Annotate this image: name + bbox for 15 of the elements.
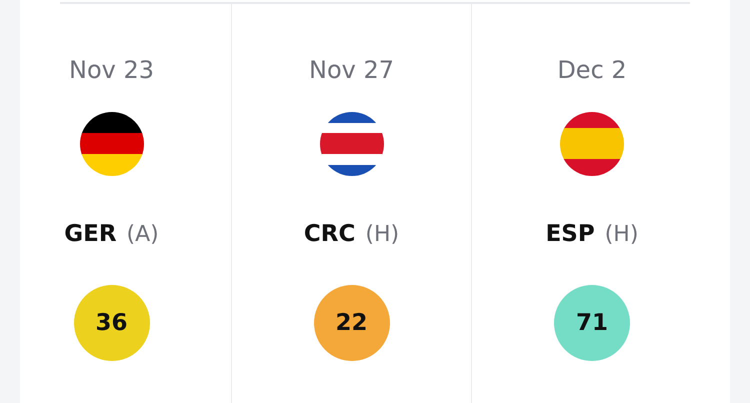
venue-label: (A) <box>126 221 159 249</box>
match-date: Nov 23 <box>68 55 154 86</box>
team-code: CRC <box>304 220 356 249</box>
tricolor-flag-icon <box>80 112 144 176</box>
match-date: Nov 27 <box>308 55 394 86</box>
venue-label: (H) <box>604 221 638 249</box>
striped-flag-icon <box>320 112 384 176</box>
score-badge: 22 <box>314 285 390 361</box>
match-date: Dec 2 <box>557 55 627 86</box>
team-code: ESP <box>546 220 595 249</box>
team-code: GER <box>64 220 117 249</box>
score-badge: 71 <box>554 285 630 361</box>
score-badge: 36 <box>74 285 150 361</box>
striped-flag-icon <box>560 112 624 176</box>
venue-label: (H) <box>365 221 400 249</box>
